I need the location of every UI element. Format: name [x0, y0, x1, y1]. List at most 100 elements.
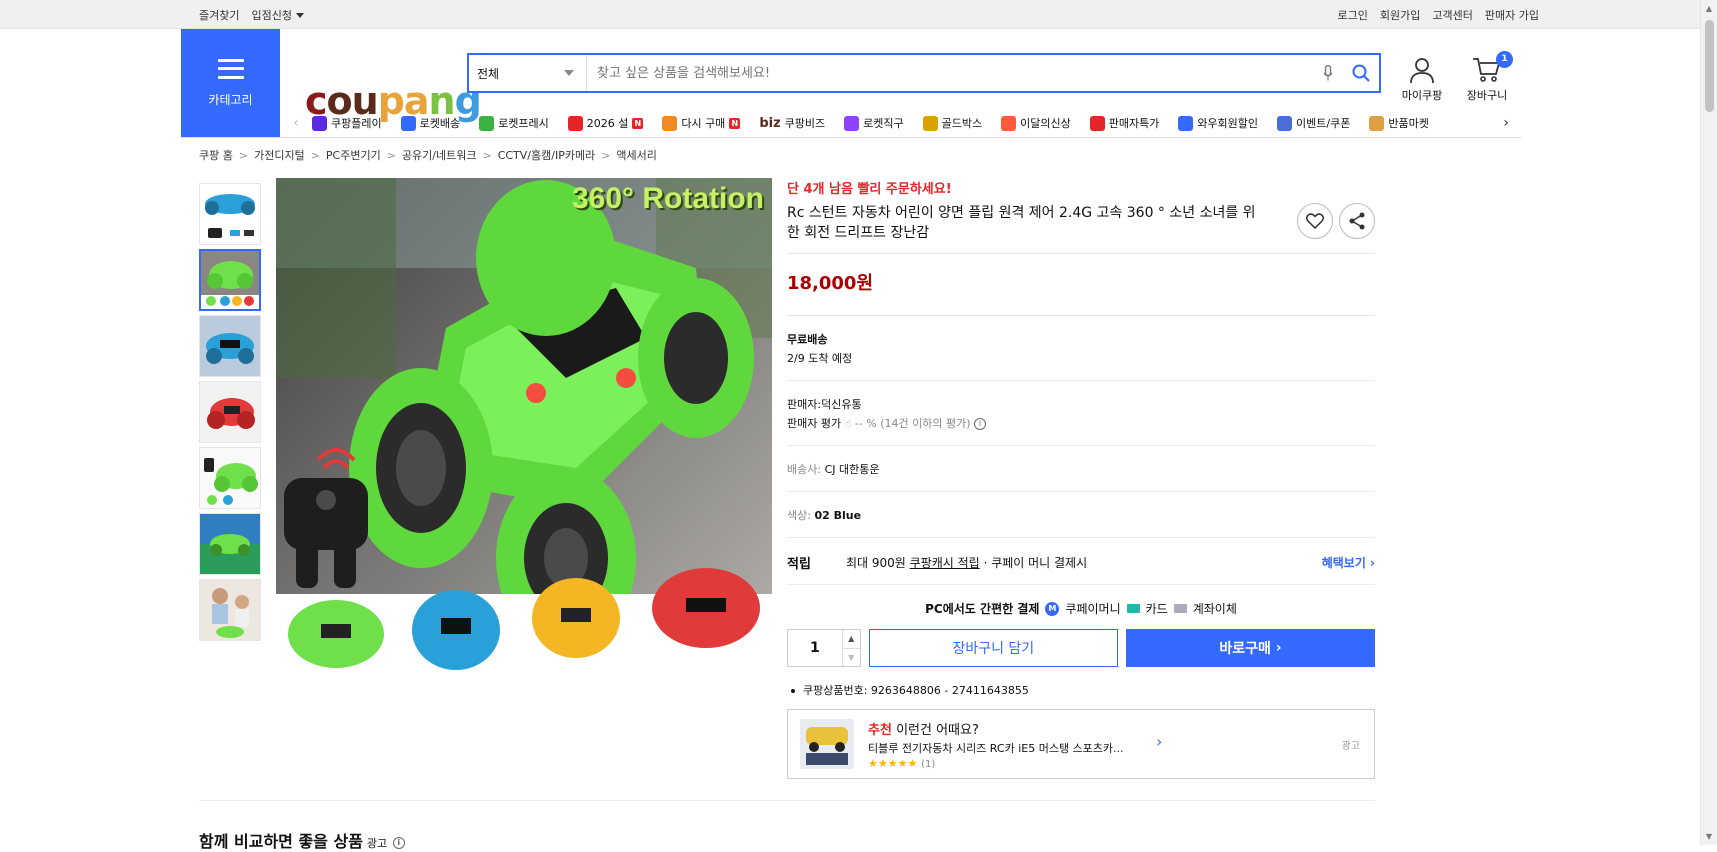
search-category-value: 전체 [477, 66, 500, 81]
product-id: 쿠팡상품번호: 9263648806 - 27411643855 [787, 682, 1375, 698]
category-menu-button[interactable]: 카테고리 [181, 29, 280, 137]
search-input[interactable] [587, 55, 1313, 91]
quantity-input[interactable]: 1 [788, 630, 842, 666]
cart-button[interactable]: 1 장바구니 [1458, 51, 1516, 103]
breadcrumb-item[interactable]: 액세서리 [616, 147, 656, 163]
nav-item-label: 다시 구매 [681, 117, 726, 130]
seller-section: 판매자:덕신유통 판매자 평가 ☝ -- % (14건 이하의 평가) i [787, 381, 1375, 446]
breadcrumb-item[interactable]: 공유기/네트워크 [402, 147, 477, 163]
bullet-icon [791, 689, 795, 693]
dropdown-arrow-icon [564, 70, 574, 76]
new-badge: N [632, 117, 644, 129]
product-price: 18,000원 [787, 269, 1375, 316]
nav-item[interactable]: 로켓프레시 [479, 115, 549, 131]
scroll-down-icon[interactable]: ▼ [1701, 828, 1717, 845]
share-icon [1349, 212, 1365, 230]
thumbnail-2[interactable] [199, 249, 261, 311]
wishlist-button[interactable] [1297, 203, 1333, 239]
seller-rating-note: (14건 이하의 평가) [880, 417, 971, 430]
increase-qty-icon[interactable]: ▲ [843, 630, 860, 648]
login-link[interactable]: 로그인 [1338, 7, 1368, 23]
mycoupang-button[interactable]: 마이쿠팡 [1395, 56, 1449, 103]
nav-item[interactable]: 쿠팡플레이 [312, 115, 382, 131]
nav-item[interactable]: 골드박스 [922, 115, 982, 131]
nav-item[interactable]: 다시 구매 N [662, 115, 741, 131]
breadcrumb-item[interactable]: CCTV/홈캠/IP카메라 [498, 147, 596, 163]
thumbnail-4[interactable] [199, 381, 261, 443]
rocket-fresh-icon [479, 115, 495, 131]
nav-item[interactable]: 반품마켓 [1369, 115, 1429, 131]
search-category-select[interactable]: 전체 [469, 55, 587, 91]
product-title: Rc 스턴트 자동차 어린이 양면 플립 원격 제어 2.4G 고속 360 °… [787, 205, 1256, 241]
nav-item[interactable]: 이달의신상 [1001, 115, 1071, 131]
courier-section: 배송사: CJ 대한통운 [787, 446, 1375, 492]
benefit-link[interactable]: 혜택보기 › [1322, 554, 1375, 571]
page-scrollbar[interactable]: ▲ ▼ [1700, 0, 1717, 845]
info-icon[interactable]: i [392, 836, 405, 849]
seller-apply-link[interactable]: 입점신청 [251, 7, 304, 23]
nav-item[interactable]: 이벤트/쿠폰 [1277, 115, 1350, 131]
search-bar: 전체 [467, 53, 1381, 93]
bank-icon [1173, 604, 1187, 613]
reward-amount: 최대 900원 [846, 556, 906, 570]
share-button[interactable] [1339, 203, 1375, 239]
nav-next-icon[interactable]: › [1498, 115, 1514, 131]
nav-item-label: 쿠팡플레이 [331, 117, 382, 130]
thumbs-up-icon: ☝ [844, 417, 852, 430]
coupang-cash-link[interactable]: 쿠팡캐시 적립 [910, 554, 980, 571]
add-to-cart-button[interactable]: 장바구니 담기 [868, 629, 1118, 667]
customer-center-link[interactable]: 고객센터 [1432, 7, 1472, 23]
breadcrumb-item[interactable]: 가전디지털 [254, 147, 305, 163]
new-badge: N [729, 117, 741, 129]
thumbnail-5[interactable] [199, 447, 261, 509]
breadcrumb-separator-icon: > [601, 148, 611, 162]
main-product-image[interactable]: 360° Rotation [276, 178, 772, 674]
section-divider [199, 800, 1375, 801]
signup-link[interactable]: 회원가입 [1380, 7, 1420, 23]
nav-item[interactable]: 로켓직구 [844, 115, 904, 131]
card-icon [1126, 604, 1140, 613]
nav-item[interactable]: 로켓배송 [400, 115, 461, 131]
quantity-stepper: 1 ▲ ▼ [787, 629, 861, 667]
nav-item[interactable]: 와우회원할인 [1178, 115, 1258, 131]
mic-icon[interactable] [1313, 65, 1343, 81]
play-icon [312, 115, 327, 131]
compare-section-title: 함께 비교하면 좋을 상품 광고 i [199, 828, 405, 852]
seller-name[interactable]: 덕신유통 [821, 398, 861, 411]
nav-prev-icon[interactable]: ‹ [288, 115, 304, 131]
cart-count-badge: 1 [1496, 51, 1513, 68]
thumbnail-7[interactable] [199, 579, 261, 641]
thumbnail-1[interactable] [199, 183, 261, 245]
nav-item[interactable]: 판매자특가 [1089, 115, 1160, 131]
purchase-row: 1 ▲ ▼ 장바구니 담기 바로구매 › [787, 629, 1375, 667]
courier-name: CJ 대한통운 [824, 463, 880, 476]
bookmark-link[interactable]: 즐겨찾기 [199, 7, 239, 23]
nav-item[interactable]: biz 쿠팡비즈 [759, 115, 825, 131]
buy-now-button[interactable]: 바로구매 › [1125, 629, 1375, 667]
scroll-up-icon[interactable]: ▲ [1701, 0, 1717, 17]
scrollbar-thumb[interactable] [1705, 20, 1714, 112]
thumbnail-6[interactable] [199, 513, 261, 575]
search-icon[interactable] [1343, 64, 1379, 82]
product-info: 단 4개 남음 빨리 주문하세요! Rc 스턴트 자동차 어린이 양면 플립 원… [787, 178, 1375, 779]
decrease-qty-icon[interactable]: ▼ [842, 647, 860, 667]
option-section[interactable]: 색상: 02 Blue [787, 492, 1375, 538]
card-label: 카드 [1145, 602, 1168, 616]
shipping-eta: 2/9 도착 예정 [787, 352, 853, 365]
nav-item-label: 로켓배송 [419, 117, 461, 130]
nav-item-label: 쿠팡비즈 [784, 117, 826, 130]
caret-down-icon [295, 13, 304, 18]
chevron-right-icon[interactable]: › [1156, 732, 1162, 751]
nav-item-label: 판매자특가 [1108, 117, 1160, 130]
recommendation-card[interactable]: 추천 이런건 어때요? 티블루 전기자동차 시리즈 RC카 iE5 머스탱 스포… [787, 709, 1375, 779]
thumbnail-3[interactable] [199, 315, 261, 377]
seller-rating-value: -- % [854, 417, 877, 430]
reward-row: 적립 최대 900원 쿠팡캐시 적립 · 쿠페이 머니 결제시 혜택보기 › [787, 538, 1375, 585]
info-icon[interactable]: i [974, 418, 986, 430]
breadcrumb-item[interactable]: PC주변기기 [326, 147, 381, 163]
coupay-icon: M [1045, 601, 1060, 616]
seller-signup-link[interactable]: 판매자 가입 [1485, 7, 1539, 23]
breadcrumb-item[interactable]: 쿠팡 홈 [199, 147, 233, 163]
nav-item[interactable]: 2026 설N [567, 115, 644, 131]
courier-label: 배송사: [787, 463, 822, 476]
